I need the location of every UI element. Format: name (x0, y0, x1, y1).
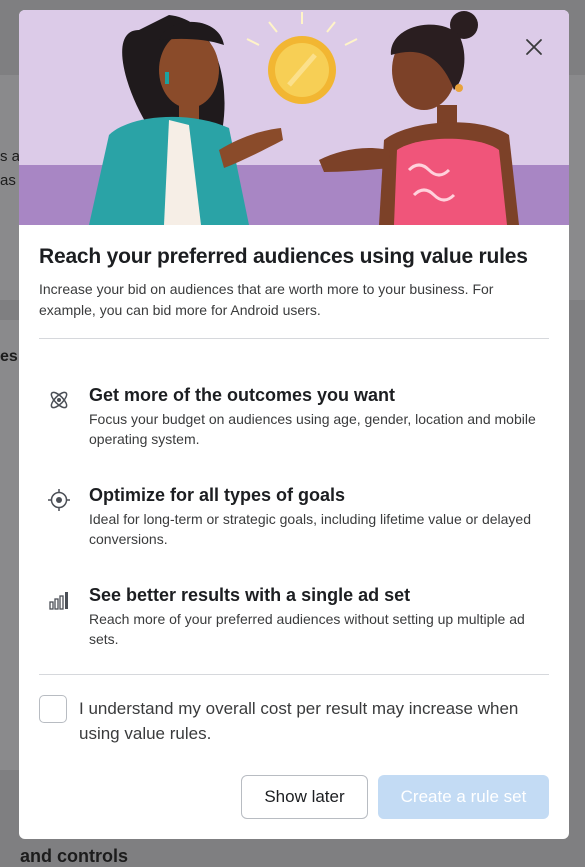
feature-description: Reach more of your preferred audiences w… (89, 611, 525, 647)
show-later-button[interactable]: Show later (241, 775, 368, 819)
acknowledge-label[interactable]: I understand my overall cost per result … (79, 696, 549, 746)
two-women-coin-illustration (19, 10, 569, 225)
background-text: es (0, 348, 18, 365)
create-rule-set-button[interactable]: Create a rule set (378, 775, 549, 819)
atom-icon (50, 391, 68, 409)
feature-title: See better results with a single ad set (89, 585, 411, 605)
background-text: as (0, 172, 16, 189)
value-rules-dialog: Reach your preferred audiences using val… (19, 10, 569, 839)
feature-description: Ideal for long-term or strategic goals, … (89, 511, 532, 547)
background-text: and controls (20, 846, 129, 866)
feature-title: Optimize for all types of goals (89, 485, 346, 505)
background-text: s a (0, 148, 21, 165)
divider (39, 674, 549, 675)
close-x-icon (526, 39, 542, 55)
dialog-subtitle: Increase your bid on audiences that are … (39, 281, 494, 318)
target-icon (48, 489, 70, 511)
acknowledge-checkbox[interactable] (39, 695, 67, 723)
dialog-title: Reach your preferred audiences using val… (39, 245, 528, 268)
feature-description: Focus your budget on audiences using age… (89, 411, 536, 447)
hero-illustration (19, 10, 569, 225)
feature-title: Get more of the outcomes you want (89, 385, 396, 405)
divider (39, 338, 549, 339)
close-button[interactable] (519, 32, 549, 62)
bar-chart-icon (49, 592, 68, 610)
